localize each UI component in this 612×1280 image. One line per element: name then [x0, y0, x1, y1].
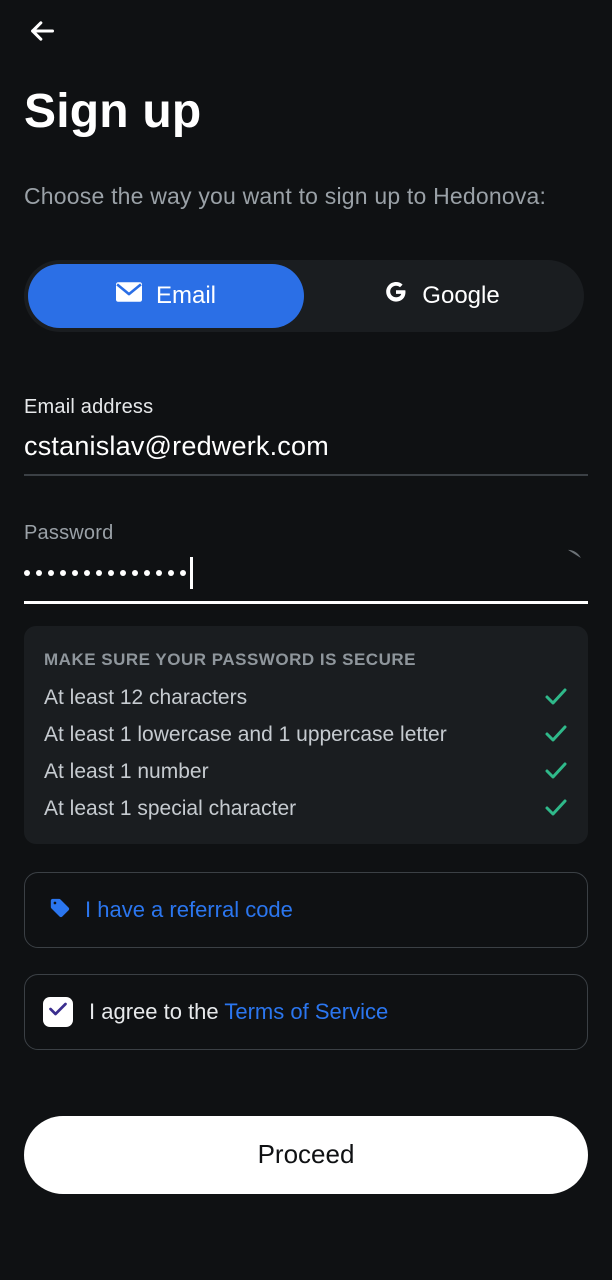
agree-terms-row[interactable]: I agree to the Terms of Service — [24, 974, 588, 1050]
password-dot — [48, 570, 54, 576]
google-icon — [384, 280, 408, 311]
password-rule-text: At least 12 characters — [44, 686, 247, 710]
password-dot — [168, 570, 174, 576]
password-dot — [60, 570, 66, 576]
proceed-button[interactable]: Proceed — [24, 1116, 588, 1194]
check-icon — [544, 760, 568, 785]
signup-method-google[interactable]: Google — [304, 264, 580, 328]
password-rules-panel: MAKE SURE YOUR PASSWORD IS SECURE At lea… — [24, 626, 588, 844]
signup-method-email[interactable]: Email — [28, 264, 304, 328]
agree-text: I agree to the Terms of Service — [89, 999, 388, 1025]
password-rule: At least 1 special character — [44, 797, 568, 822]
password-dot — [180, 570, 186, 576]
arrow-left-icon — [28, 17, 56, 48]
password-label: Password — [24, 522, 588, 545]
agree-prefix: I agree to the — [89, 999, 224, 1024]
password-dot — [156, 570, 162, 576]
signup-method-google-label: Google — [422, 282, 499, 310]
page-subtitle: Choose the way you want to sign up to He… — [24, 179, 564, 214]
page-title: Sign up — [24, 84, 588, 139]
password-rule: At least 1 number — [44, 760, 568, 785]
email-input[interactable] — [24, 425, 588, 476]
signup-method-email-label: Email — [156, 282, 216, 310]
password-dot — [108, 570, 114, 576]
check-icon — [544, 686, 568, 711]
agree-checkbox[interactable] — [43, 997, 73, 1027]
password-rule-text: At least 1 number — [44, 760, 209, 784]
signup-method-segment: Email Google — [24, 260, 584, 332]
password-dot — [144, 570, 150, 576]
password-dot — [132, 570, 138, 576]
toggle-password-visibility[interactable] — [548, 538, 588, 581]
password-dot — [72, 570, 78, 576]
password-dot — [84, 570, 90, 576]
email-label: Email address — [24, 396, 588, 419]
password-rule: At least 1 lowercase and 1 uppercase let… — [44, 723, 568, 748]
password-rules-title: MAKE SURE YOUR PASSWORD IS SECURE — [44, 650, 568, 670]
password-input[interactable] — [24, 555, 588, 604]
referral-code-button[interactable]: I have a referral code — [24, 872, 588, 948]
password-rule-text: At least 1 special character — [44, 797, 296, 821]
eye-off-icon — [554, 560, 582, 575]
mail-icon — [116, 281, 142, 310]
password-dot — [24, 570, 30, 576]
text-caret — [190, 557, 193, 589]
password-dot — [36, 570, 42, 576]
password-dot — [120, 570, 126, 576]
back-button[interactable] — [24, 14, 60, 50]
password-dot — [96, 570, 102, 576]
referral-code-label: I have a referral code — [85, 897, 293, 923]
password-rule-text: At least 1 lowercase and 1 uppercase let… — [44, 723, 447, 747]
password-rule: At least 12 characters — [44, 686, 568, 711]
check-icon — [544, 723, 568, 748]
tag-icon — [49, 897, 71, 922]
terms-link[interactable]: Terms of Service — [224, 999, 388, 1024]
check-icon — [544, 797, 568, 822]
checkmark-icon — [48, 1000, 68, 1023]
